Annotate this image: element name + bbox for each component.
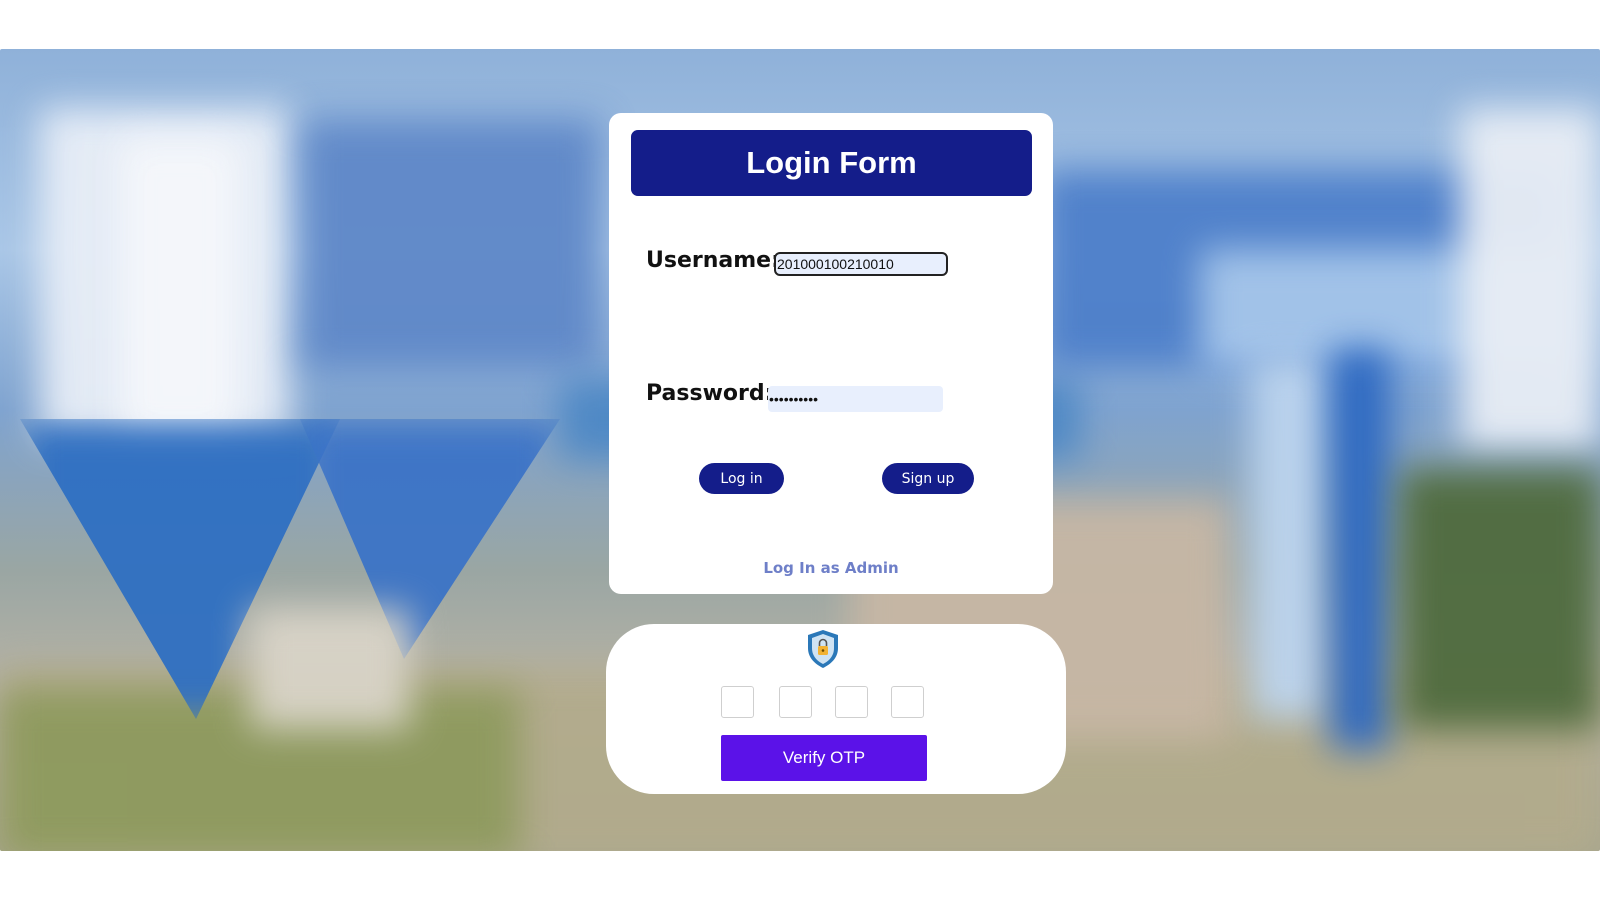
verify-otp-button[interactable]: Verify OTP — [721, 735, 927, 781]
otp-digit-4[interactable] — [891, 686, 924, 718]
login-card: Login Form Username: Password: Log in Si… — [609, 113, 1053, 594]
otp-card: Verify OTP — [606, 624, 1066, 794]
otp-digit-1[interactable] — [721, 686, 754, 718]
admin-login-link[interactable]: Log In as Admin — [609, 559, 1053, 577]
signup-button[interactable]: Sign up — [882, 463, 974, 494]
shield-lock-icon — [808, 630, 838, 668]
otp-digit-2[interactable] — [779, 686, 812, 718]
login-button[interactable]: Log in — [699, 463, 784, 494]
password-input[interactable] — [768, 386, 943, 412]
username-label: Username: — [646, 248, 780, 273]
username-input[interactable] — [774, 252, 948, 276]
password-label: Password: — [646, 381, 774, 406]
login-form-title: Login Form — [631, 130, 1032, 196]
otp-digit-3[interactable] — [835, 686, 868, 718]
